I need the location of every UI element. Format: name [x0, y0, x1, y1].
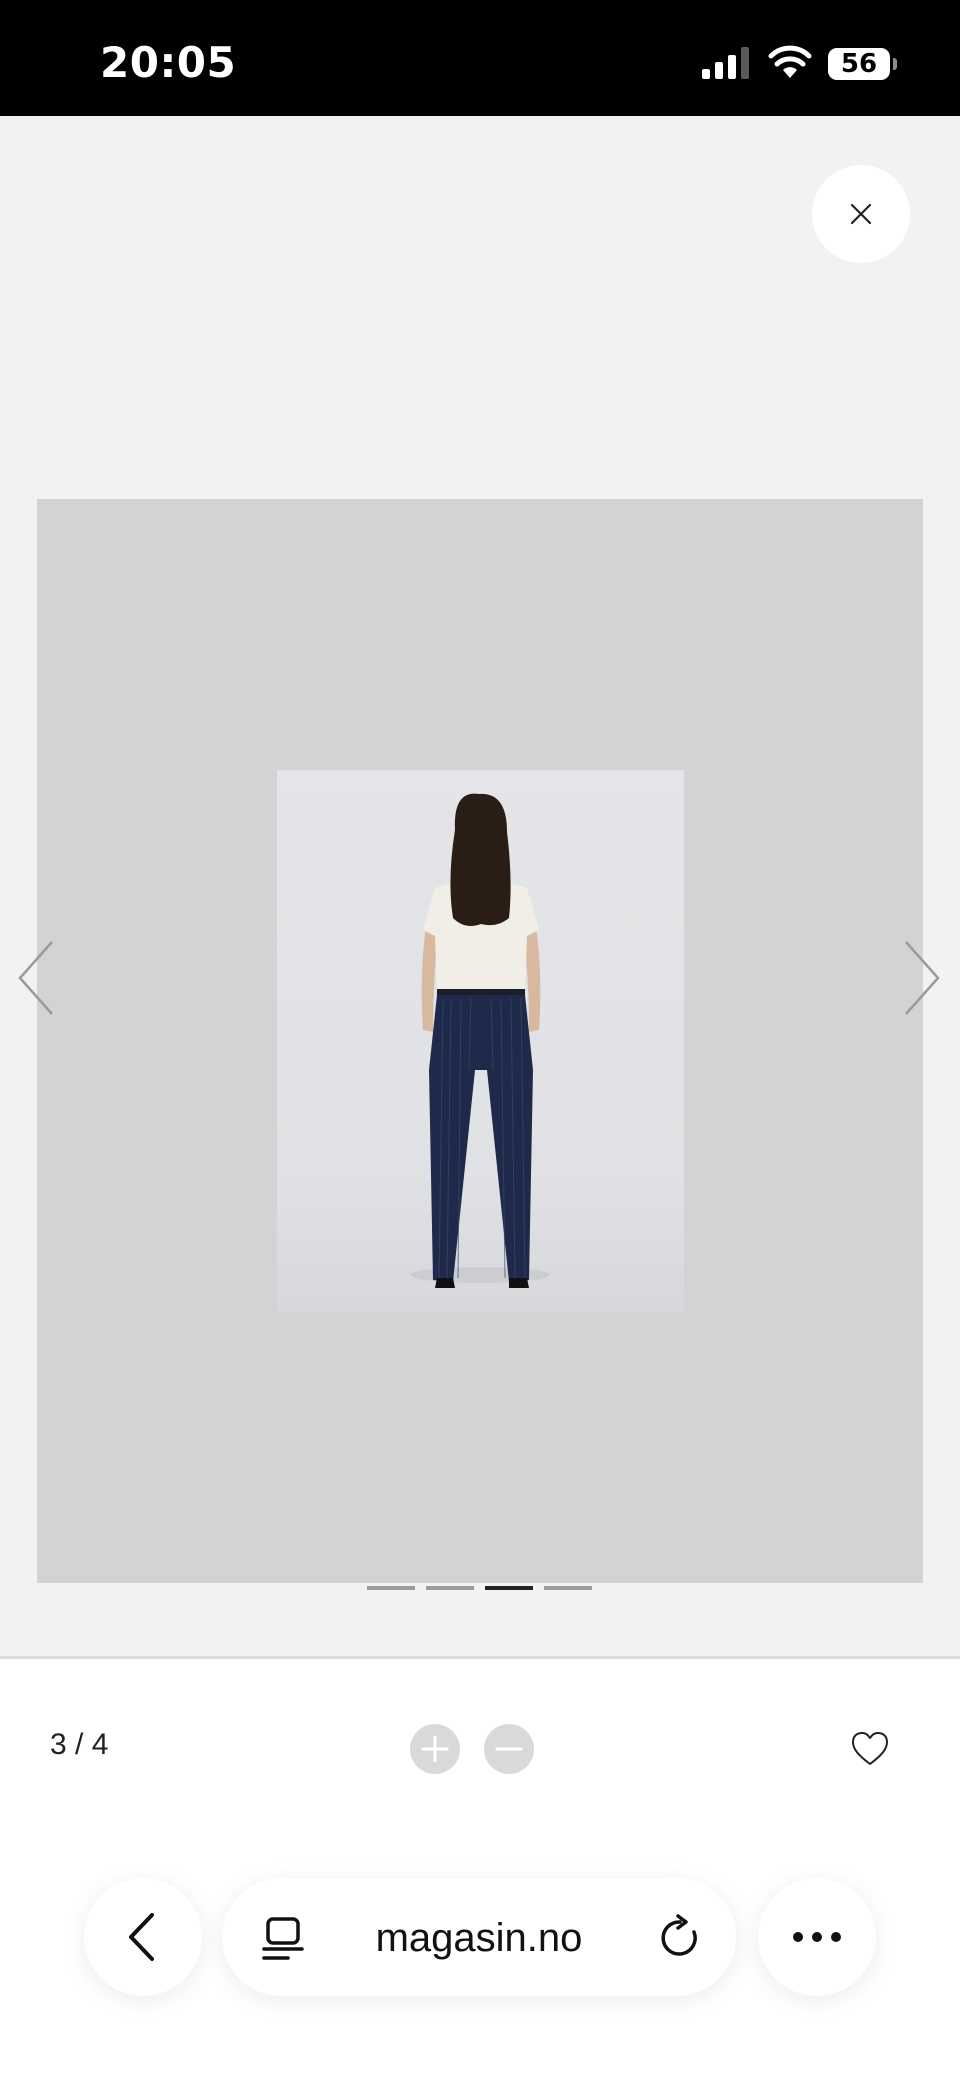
battery-level: 56 [840, 49, 878, 79]
image-indicators [367, 1586, 592, 1590]
image-counter: 3 / 4 [50, 1728, 109, 1761]
plus-icon [421, 1735, 449, 1763]
product-image-frame[interactable] [37, 499, 923, 1583]
address-bar[interactable]: magasin.no [222, 1878, 736, 1996]
browser-back-button[interactable] [84, 1878, 202, 1996]
chevron-left-icon [18, 941, 53, 1015]
minus-icon [495, 1747, 523, 1751]
indicator-4[interactable] [544, 1586, 592, 1590]
battery-tip [893, 58, 897, 70]
viewer-toolbar [0, 1659, 960, 2078]
indicator-3[interactable] [485, 1586, 533, 1590]
chevron-right-icon [905, 941, 940, 1015]
zoom-in-button[interactable] [410, 1724, 460, 1774]
status-time: 20:05 [100, 38, 237, 87]
wifi-icon [768, 45, 812, 78]
product-photo-illustration [277, 770, 684, 1312]
indicator-2[interactable] [426, 1586, 474, 1590]
product-photo [277, 770, 684, 1312]
close-button[interactable] [812, 165, 910, 263]
previous-image-button[interactable] [16, 940, 56, 1016]
ellipsis-icon [793, 1932, 841, 1942]
status-bar: 20:05 56 [0, 0, 960, 116]
more-options-button[interactable] [758, 1878, 876, 1996]
chevron-left-icon [129, 1913, 154, 1961]
next-image-button[interactable] [902, 940, 942, 1016]
zoom-out-button[interactable] [484, 1724, 534, 1774]
favorite-button[interactable] [850, 1730, 890, 1768]
close-icon [850, 203, 872, 225]
indicator-1[interactable] [367, 1586, 415, 1590]
heart-icon [852, 1732, 888, 1765]
reload-icon[interactable] [658, 1914, 704, 1962]
cellular-signal-icon [702, 47, 749, 79]
battery-indicator: 56 [828, 48, 890, 80]
